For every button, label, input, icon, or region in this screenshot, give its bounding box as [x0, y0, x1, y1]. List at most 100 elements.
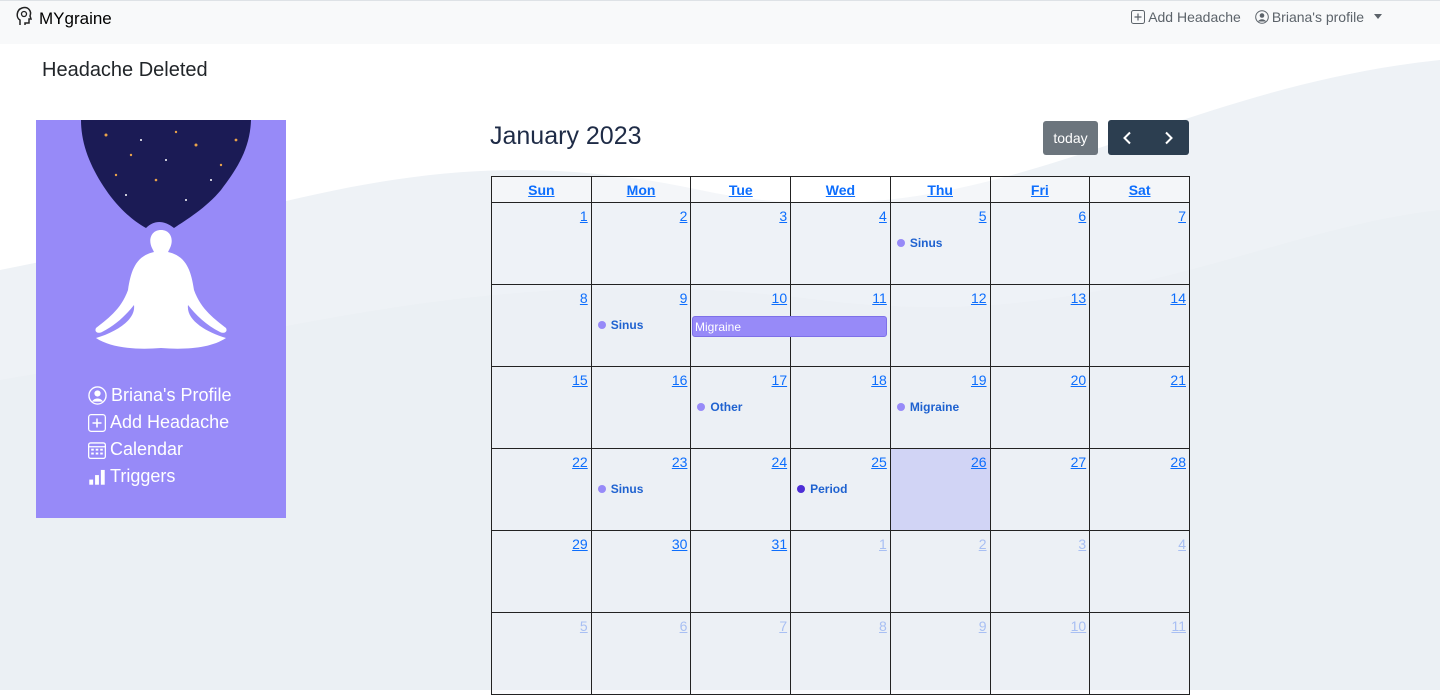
next-month-button[interactable]	[1148, 120, 1188, 155]
day-cell[interactable]: 23 Sinus	[590, 448, 692, 531]
day-cell[interactable]: 22	[491, 448, 592, 531]
day-cell[interactable]: 14	[1089, 284, 1190, 367]
day-number[interactable]: 10	[1071, 618, 1087, 634]
day-number[interactable]: 12	[971, 290, 987, 306]
day-number[interactable]: 25	[871, 454, 887, 470]
day-cell[interactable]: 27	[989, 448, 1091, 531]
day-cell[interactable]: 13	[989, 284, 1091, 367]
day-cell[interactable]: 29	[491, 530, 592, 613]
day-cell[interactable]: 7	[1089, 202, 1190, 285]
day-number[interactable]: 4	[879, 208, 887, 224]
sidebar-item-triggers[interactable]: Triggers	[88, 463, 232, 490]
day-number[interactable]: 8	[580, 290, 588, 306]
day-cell[interactable]: 28	[1089, 448, 1190, 531]
day-cell[interactable]: 4	[790, 202, 891, 285]
weekday-link[interactable]: Tue	[729, 182, 753, 198]
day-number[interactable]: 30	[672, 536, 688, 552]
day-cell[interactable]: 4	[1089, 530, 1190, 613]
day-cell[interactable]: 20	[989, 366, 1091, 449]
day-number[interactable]: 18	[871, 372, 887, 388]
day-number[interactable]: 26	[971, 454, 987, 470]
day-number[interactable]: 11	[1171, 618, 1186, 634]
day-cell[interactable]: 5 Sinus	[889, 202, 991, 285]
day-number[interactable]: 2	[680, 208, 688, 224]
day-cell[interactable]: 16	[590, 366, 692, 449]
day-cell[interactable]: 1	[491, 202, 592, 285]
weekday-link[interactable]: Mon	[627, 182, 656, 198]
day-number[interactable]: 6	[1078, 208, 1086, 224]
event-item[interactable]: Sinus	[597, 482, 643, 496]
day-number[interactable]: 15	[572, 372, 588, 388]
day-number[interactable]: 7	[779, 618, 787, 634]
prev-month-button[interactable]	[1108, 120, 1148, 155]
day-number[interactable]: 9	[680, 290, 688, 306]
brand[interactable]: MYgraine	[13, 3, 112, 29]
nav-profile-dropdown[interactable]: Briana's profile	[1255, 9, 1382, 25]
day-cell[interactable]: 5	[491, 612, 592, 695]
day-cell[interactable]: 30	[590, 530, 692, 613]
day-number[interactable]: 24	[772, 454, 788, 470]
weekday-link[interactable]: Sun	[528, 182, 554, 198]
day-cell[interactable]: 21	[1089, 366, 1190, 449]
day-number[interactable]: 9	[979, 618, 987, 634]
nav-add-headache[interactable]: Add Headache	[1131, 9, 1241, 25]
day-cell[interactable]: 11	[1089, 612, 1190, 695]
event-item[interactable]: Other	[697, 400, 742, 414]
event-bar-migraine[interactable]: Migraine	[692, 316, 887, 337]
day-number[interactable]: 1	[879, 536, 887, 552]
day-number[interactable]: 23	[672, 454, 688, 470]
day-cell[interactable]: 2	[889, 530, 991, 613]
sidebar-item-profile[interactable]: Briana's Profile	[88, 382, 232, 409]
day-number[interactable]: 5	[580, 618, 588, 634]
day-number[interactable]: 5	[979, 208, 987, 224]
day-cell[interactable]: 1	[790, 530, 891, 613]
day-number[interactable]: 22	[572, 454, 588, 470]
day-cell[interactable]: 8	[491, 284, 592, 367]
day-number[interactable]: 20	[1071, 372, 1087, 388]
weekday-link[interactable]: Fri	[1031, 182, 1049, 198]
day-number[interactable]: 11	[872, 290, 887, 306]
event-item[interactable]: Sinus	[597, 318, 643, 332]
day-number[interactable]: 17	[772, 372, 788, 388]
day-number[interactable]: 10	[772, 290, 788, 306]
day-cell[interactable]: 2	[590, 202, 692, 285]
day-cell[interactable]: 7	[690, 612, 792, 695]
day-number[interactable]: 2	[979, 536, 987, 552]
day-number[interactable]: 16	[672, 372, 688, 388]
day-number[interactable]: 3	[779, 208, 787, 224]
day-cell[interactable]: 17 Other	[690, 366, 792, 449]
day-cell[interactable]: 3	[989, 530, 1091, 613]
day-number[interactable]: 6	[680, 618, 688, 634]
day-cell[interactable]: 31	[690, 530, 792, 613]
weekday-link[interactable]: Wed	[826, 182, 855, 198]
day-number[interactable]: 4	[1178, 536, 1186, 552]
event-item[interactable]: Migraine	[896, 400, 959, 414]
day-number[interactable]: 8	[879, 618, 887, 634]
sidebar-item-calendar[interactable]: Calendar	[88, 436, 232, 463]
weekday-link[interactable]: Sat	[1129, 182, 1151, 198]
day-cell[interactable]: 9	[889, 612, 991, 695]
day-cell[interactable]: 8	[790, 612, 891, 695]
today-button[interactable]: today	[1043, 121, 1098, 155]
day-cell[interactable]: 6	[590, 612, 692, 695]
day-number[interactable]: 21	[1170, 372, 1186, 388]
event-item[interactable]: Period	[797, 482, 847, 496]
day-number[interactable]: 19	[971, 372, 987, 388]
day-cell[interactable]: 10	[989, 612, 1091, 695]
weekday-link[interactable]: Thu	[927, 182, 953, 198]
day-cell[interactable]: 12	[889, 284, 991, 367]
day-cell[interactable]: 6	[989, 202, 1091, 285]
day-number[interactable]: 27	[1071, 454, 1087, 470]
sidebar-item-add-headache[interactable]: Add Headache	[88, 409, 232, 436]
day-cell[interactable]: 3	[690, 202, 792, 285]
day-number[interactable]: 31	[772, 536, 788, 552]
day-cell[interactable]: 25 Period	[790, 448, 891, 531]
day-number[interactable]: 3	[1078, 536, 1086, 552]
event-item[interactable]: Sinus	[896, 236, 942, 250]
day-number[interactable]: 13	[1071, 290, 1087, 306]
day-cell[interactable]: 15	[491, 366, 592, 449]
day-cell[interactable]: 24	[690, 448, 792, 531]
day-number[interactable]: 1	[580, 208, 588, 224]
day-cell-today[interactable]: 26	[889, 448, 991, 531]
day-cell[interactable]: 19 Migraine	[889, 366, 991, 449]
